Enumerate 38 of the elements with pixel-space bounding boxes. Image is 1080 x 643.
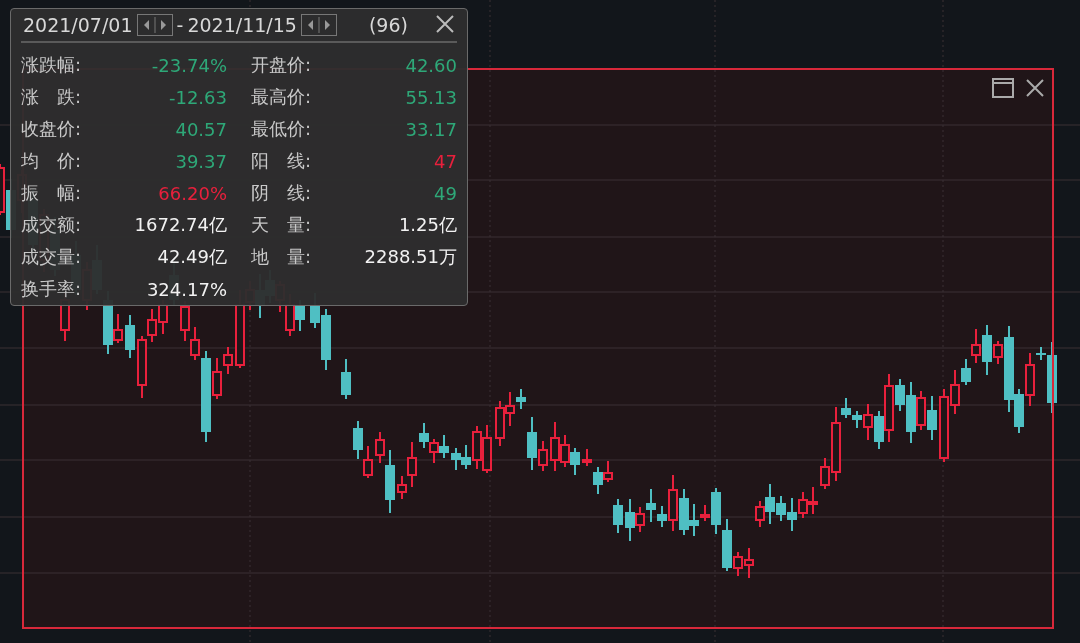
stat-label: 涨 跌:	[21, 85, 82, 109]
maximize-icon[interactable]	[992, 78, 1014, 98]
date-separator: -	[176, 14, 184, 36]
stat-label: 成交额:	[21, 213, 82, 237]
stat-value: 66.20%	[158, 182, 227, 204]
stat-value: -12.63	[168, 86, 227, 108]
end-date: 2021/11/15	[187, 14, 297, 36]
stat-value: 1.25亿	[398, 213, 457, 237]
stat-label: 开盘价:	[251, 53, 312, 77]
date-stepper[interactable]	[300, 14, 337, 36]
stat-value: 324.17%	[146, 278, 227, 300]
stat-label: 阴 线:	[251, 181, 312, 205]
stat-label: 天 量:	[251, 213, 312, 237]
date-stepper[interactable]	[136, 14, 173, 36]
stat-label: 涨跌幅:	[21, 53, 82, 77]
stat-label: 最低价:	[251, 117, 312, 141]
stat-label: 振 幅:	[21, 181, 82, 205]
stat-value: 49	[434, 182, 457, 204]
stat-value: -23.74%	[151, 54, 227, 76]
stat-label: 成交量:	[21, 245, 82, 269]
stat-value: 39.37	[175, 150, 227, 172]
stat-value: 42.60	[405, 54, 457, 76]
close-icon[interactable]	[1026, 79, 1044, 97]
stat-value: 2288.51万	[364, 245, 457, 269]
stat-label: 均 价:	[21, 149, 82, 173]
stat-label: 收盘价:	[21, 117, 82, 141]
stat-label: 最高价:	[251, 85, 312, 109]
stat-label: 阳 线:	[251, 149, 312, 173]
stat-label: 换手率:	[21, 277, 82, 301]
candle-count: (96)	[368, 14, 408, 36]
stat-value: 55.13	[405, 86, 457, 108]
start-date: 2021/07/01	[23, 14, 133, 36]
stat-value: 33.17	[405, 118, 457, 140]
stat-label: 地 量:	[251, 245, 312, 269]
stat-value: 47	[434, 150, 457, 172]
stat-value: 1672.74亿	[134, 213, 227, 237]
stat-value: 40.57	[175, 118, 227, 140]
stat-value: 42.49亿	[157, 245, 227, 269]
